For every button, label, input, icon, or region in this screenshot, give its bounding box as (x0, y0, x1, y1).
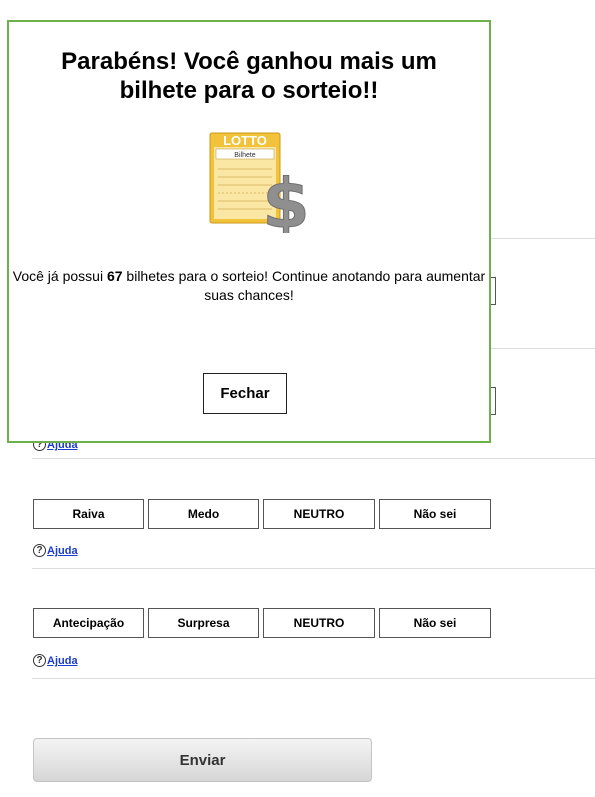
modal-title: Parabéns! Você ganhou mais um bilhete pa… (61, 48, 437, 104)
modal-message: Você já possui 67 bilhetes para o sortei… (12, 268, 486, 303)
submit-button[interactable]: Enviar (33, 738, 372, 782)
option-raiva-button[interactable]: Raiva (33, 499, 144, 529)
option-antecipacao-button[interactable]: Antecipação (33, 608, 144, 638)
option-medo-button[interactable]: Medo (148, 499, 259, 529)
question-circle-icon: ? (33, 544, 46, 557)
svg-text:$: $ (262, 165, 309, 233)
help-link[interactable]: Ajuda (47, 545, 78, 557)
help-row-2: ? Ajuda (33, 654, 78, 667)
close-button[interactable]: Fechar (203, 373, 287, 414)
help-link[interactable]: Ajuda (47, 655, 78, 667)
option-surpresa-button[interactable]: Surpresa (148, 608, 259, 638)
annotation-page: ? Ajuda Raiva Medo NEUTRO Não sei ? Ajud… (0, 0, 595, 797)
divider (32, 678, 595, 679)
lotto-ticket-icon: LOTTO Bilhete $ (209, 132, 310, 234)
divider (32, 568, 595, 569)
divider (32, 458, 595, 459)
option-neutro-button[interactable]: NEUTRO (263, 608, 375, 638)
option-neutro-button[interactable]: NEUTRO (263, 499, 375, 529)
ticket-count: 67 (106, 268, 123, 284)
dollar-sign-icon: $ (262, 165, 310, 234)
option-nao-sei-button[interactable]: Não sei (379, 608, 491, 638)
option-nao-sei-button[interactable]: Não sei (379, 499, 491, 529)
reward-modal: Parabéns! Você ganhou mais um bilhete pa… (7, 20, 491, 443)
ticket-brand: LOTTO (223, 133, 267, 148)
question-circle-icon: ? (33, 654, 46, 667)
help-row-1: ? Ajuda (33, 544, 78, 557)
ticket-label: Bilhete (234, 152, 256, 159)
emotion-options-row-1: Raiva Medo NEUTRO Não sei (33, 499, 495, 529)
emotion-options-row-2: Antecipação Surpresa NEUTRO Não sei (33, 608, 495, 638)
